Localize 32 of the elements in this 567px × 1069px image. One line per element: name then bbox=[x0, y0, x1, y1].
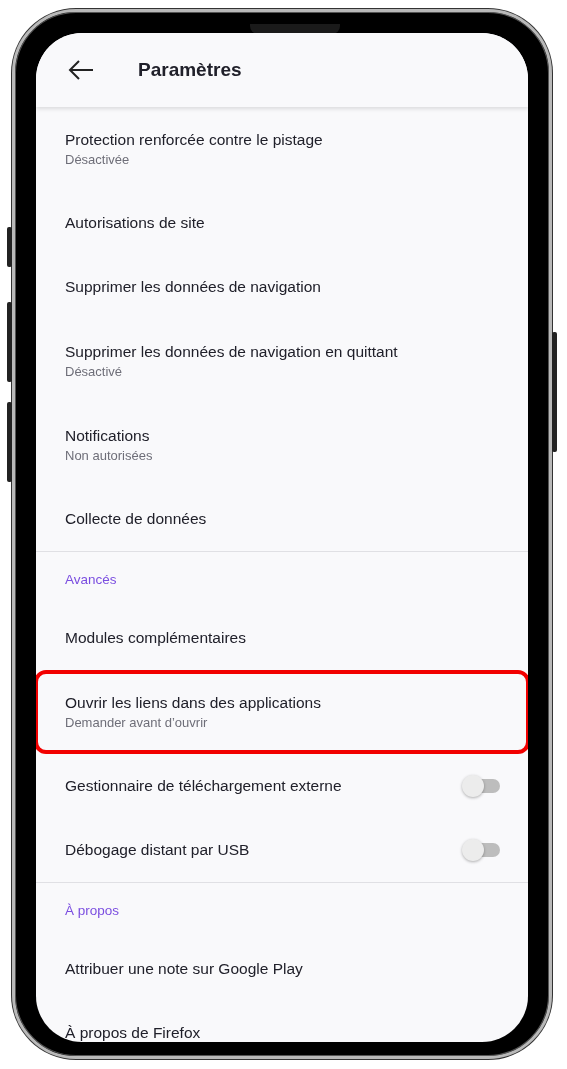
setting-title: Débogage distant par USB bbox=[65, 841, 250, 859]
setting-row[interactable]: Autorisations de site bbox=[36, 191, 528, 255]
setting-title: Autorisations de site bbox=[65, 214, 205, 232]
section-heading: Avancés bbox=[64, 570, 118, 589]
highlighted-setting-row[interactable]: Ouvrir les liens dans des applications Demander avant d’ouvrir bbox=[36, 670, 528, 754]
setting-title: Collecte de données bbox=[65, 510, 207, 528]
setting-title: À propos de Firefox bbox=[65, 1024, 201, 1042]
setting-row[interactable]: Protection renforcée contre le pistage Désactivée bbox=[36, 107, 528, 191]
setting-row[interactable]: Notifications Non autorisées bbox=[36, 403, 528, 487]
setting-value: Désactivé bbox=[65, 364, 123, 379]
setting-row[interactable]: Supprimer les données de navigation en quittant Désactivé bbox=[36, 319, 528, 403]
setting-row[interactable]: Collecte de données bbox=[36, 487, 528, 551]
screen-title: Paramètres bbox=[138, 59, 242, 81]
setting-title: Ouvrir les liens dans des applications bbox=[65, 694, 321, 712]
setting-value: Désactivée bbox=[65, 152, 130, 167]
setting-title: Attribuer une note sur Google Play bbox=[65, 960, 303, 978]
setting-value: Demander avant d’ouvrir bbox=[65, 715, 208, 730]
setting-title: Protection renforcée contre le pistage bbox=[65, 131, 323, 149]
setting-row[interactable]: Attribuer une note sur Google Play bbox=[36, 937, 528, 1001]
setting-value: Non autorisées bbox=[65, 448, 153, 463]
setting-title: Supprimer les données de navigation en quittant bbox=[65, 343, 398, 361]
setting-title: Supprimer les données de navigation bbox=[65, 278, 321, 296]
setting-row[interactable]: Gestionnaire de téléchargement externe bbox=[36, 754, 528, 818]
back-arrow-icon[interactable] bbox=[68, 60, 94, 80]
setting-row[interactable]: Débogage distant par USB bbox=[36, 818, 528, 882]
setting-row[interactable]: À propos de Firefox bbox=[36, 1001, 528, 1042]
setting-title: Notifications bbox=[65, 427, 150, 445]
setting-row[interactable]: Modules complémentaires bbox=[36, 606, 528, 670]
setting-title: Modules complémentaires bbox=[65, 629, 246, 647]
section-heading: À propos bbox=[64, 901, 121, 920]
setting-row[interactable]: Supprimer les données de navigation bbox=[36, 255, 528, 319]
setting-title: Gestionnaire de téléchargement externe bbox=[65, 777, 342, 795]
